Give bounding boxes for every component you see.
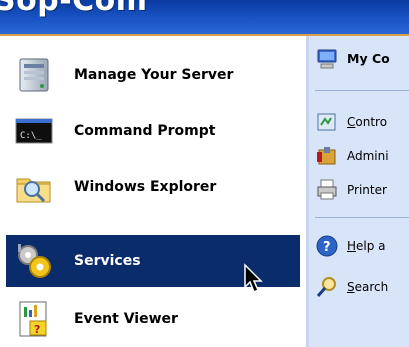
pinned-programs-panel: Manage Your Server C:\_ Command Prompt W… xyxy=(0,36,306,347)
folder-search-icon xyxy=(16,178,51,203)
accelerator-letter: H xyxy=(347,239,357,253)
svg-text:?: ? xyxy=(323,240,331,255)
svg-text:C:\_: C:\_ xyxy=(20,131,42,141)
services-gears-icon xyxy=(18,244,51,278)
command-prompt-icon: C:\_ xyxy=(15,118,53,144)
menu-item-manage-your-server[interactable]: Manage Your Server xyxy=(6,49,300,101)
menu-item-label: Command Prompt xyxy=(74,123,216,139)
help-icon: ? xyxy=(316,235,338,257)
control-panel-icon xyxy=(317,113,336,131)
svg-text:?: ? xyxy=(34,323,40,336)
start-menu: Sop-Com Manage Your Server C:\_ Command … xyxy=(0,0,409,347)
separator xyxy=(315,90,409,91)
menu-item-windows-explorer[interactable]: Windows Explorer xyxy=(6,161,300,213)
link-label: Search xyxy=(347,270,409,304)
link-label: Contro xyxy=(347,105,409,139)
link-control-panel[interactable]: Contro xyxy=(309,105,409,139)
link-label: Printer xyxy=(347,183,387,197)
search-icon xyxy=(316,277,336,297)
separator xyxy=(315,217,409,218)
link-my-computer[interactable]: My Co xyxy=(309,42,409,76)
menu-item-event-viewer[interactable]: ? Event Viewer xyxy=(6,293,300,345)
label-rest: ontro xyxy=(355,115,388,129)
menu-item-label: Services xyxy=(74,253,141,269)
my-computer-icon xyxy=(317,49,337,69)
server-icon xyxy=(19,58,49,92)
menu-item-label: Event Viewer xyxy=(74,311,178,327)
link-label: My Co xyxy=(347,51,390,66)
link-printers[interactable]: Printer xyxy=(309,173,409,207)
mouse-pointer-icon xyxy=(244,263,263,294)
menu-item-label: Windows Explorer xyxy=(74,179,217,195)
menu-item-label: Manage Your Server xyxy=(74,67,234,83)
menu-item-command-prompt[interactable]: C:\_ Command Prompt xyxy=(6,105,300,157)
start-menu-header: Sop-Com xyxy=(0,0,409,36)
system-links-panel: My Co Contro Admini Printer ? Help a Sea… xyxy=(309,36,409,347)
label-rest: earch xyxy=(354,280,389,294)
link-search[interactable]: Search xyxy=(309,270,409,304)
label-rest: elp a xyxy=(356,239,386,253)
accelerator-letter: S xyxy=(347,280,355,294)
link-help-and-support[interactable]: ? Help a xyxy=(309,229,409,263)
printer-icon xyxy=(317,179,337,200)
event-viewer-icon: ? xyxy=(19,301,47,337)
link-label: Admini xyxy=(347,149,389,163)
link-administrative-tools[interactable]: Admini xyxy=(309,139,409,173)
link-label: Help a xyxy=(347,229,409,263)
user-name: Sop-Com xyxy=(0,0,148,18)
admin-tools-icon xyxy=(317,147,336,165)
